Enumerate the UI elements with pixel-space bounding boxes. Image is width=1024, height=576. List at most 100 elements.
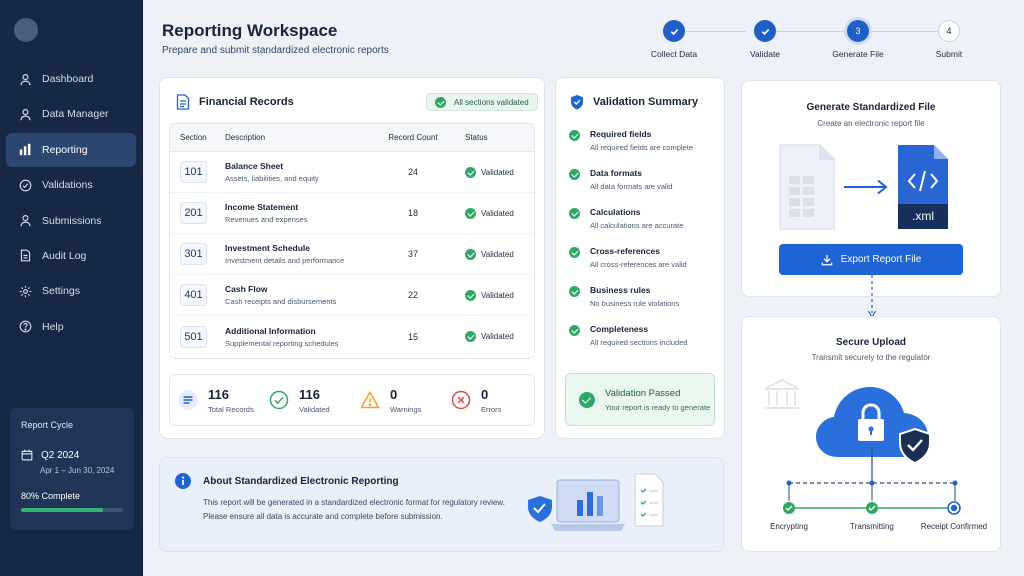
app-logo[interactable] xyxy=(14,18,38,42)
step-label: Validate xyxy=(749,49,781,59)
secure-upload-card: Secure Upload Transmit securely to the r… xyxy=(741,316,1001,552)
sidebar-item-dashboard[interactable]: Dashboard xyxy=(6,62,136,96)
table-row[interactable]: 501 Additional Information Supplemental r… xyxy=(170,316,534,357)
section-code: 201 xyxy=(180,202,207,224)
table-row[interactable]: 201 Income Statement Revenues and expense… xyxy=(170,193,534,234)
card-subtitle: Create an electronic report file xyxy=(817,119,925,128)
validation-item: Cross-references All cross-references are… xyxy=(569,246,687,269)
upload-stage-label: Transmitting xyxy=(850,522,894,531)
financial-records-card: Financial Records All sections validated… xyxy=(159,77,545,439)
validation-item-desc: All required sections included xyxy=(590,338,688,347)
row-description: Investment details and performance xyxy=(225,256,345,265)
row-title: Income Statement xyxy=(225,202,299,212)
stat-warnings: 0 Warnings xyxy=(352,375,443,425)
stat-label: Validated xyxy=(299,404,330,414)
sidebar-item-submissions[interactable]: Submissions xyxy=(6,204,136,238)
flow-connector xyxy=(867,275,877,319)
sidebar-item-help[interactable]: Help xyxy=(6,310,136,344)
row-description: Revenues and expenses xyxy=(225,215,308,224)
record-count: 15 xyxy=(407,331,418,342)
check-circle-icon xyxy=(569,286,580,297)
about-panel: About Standardized Electronic Reporting … xyxy=(159,457,724,552)
status-badge: All sections validated xyxy=(426,93,538,111)
badge-label: All sections validated xyxy=(454,97,529,107)
check-circle-icon xyxy=(269,390,289,410)
table-row[interactable]: 301 Investment Schedule Investment detail… xyxy=(170,234,534,275)
card-subtitle: Transmit securely to the regulator xyxy=(811,353,931,362)
sidebar-item-settings[interactable]: Settings xyxy=(6,274,136,308)
report-cycle-title: Report Cycle xyxy=(21,420,74,430)
stat-label: Total Records xyxy=(208,404,254,414)
check-circle-icon xyxy=(465,207,476,219)
stat-errors: 0 Errors xyxy=(443,375,534,425)
sidebar-item-label: Audit Log xyxy=(42,249,87,262)
sidebar-item-data-manager[interactable]: Data Manager xyxy=(6,97,136,131)
validation-item-desc: All cross-references are valid xyxy=(590,260,687,269)
column-header: Record Count xyxy=(388,133,438,142)
table-row[interactable]: 101 Balance Sheet Assets, liabilities, an… xyxy=(170,152,534,193)
passed-title: Validation Passed xyxy=(605,387,681,399)
validation-item: Required fields All required fields are c… xyxy=(569,129,693,152)
check-circle-icon xyxy=(465,331,476,342)
validation-item: Completeness All required sections includ… xyxy=(569,324,688,347)
sidebar-item-label: Validations xyxy=(42,179,93,192)
status-text: Validated xyxy=(481,167,514,177)
check-circle-icon xyxy=(435,96,446,108)
card-title: Financial Records xyxy=(199,96,294,108)
check-circle-icon xyxy=(569,130,580,141)
progress-fill xyxy=(21,508,103,512)
validation-passed-banner: Validation Passed Your report is ready to… xyxy=(565,373,715,426)
section-code: 301 xyxy=(180,243,207,265)
sidebar-item-label: Help xyxy=(42,320,64,333)
validation-item-desc: All data formats are valid xyxy=(590,182,673,191)
check-circle-icon xyxy=(569,247,580,258)
status-text: Validated xyxy=(481,249,514,259)
arrow-right-icon xyxy=(844,179,888,195)
step-generate-file[interactable]: 3 Generate File xyxy=(823,20,893,59)
gear-icon xyxy=(19,285,32,298)
validation-item-title: Cross-references xyxy=(590,246,660,256)
column-header: Description xyxy=(225,133,266,142)
stat-total-records: 116 Total Records xyxy=(170,375,261,425)
record-count: 24 xyxy=(407,167,418,177)
warning-icon xyxy=(360,391,380,409)
sidebar-item-label: Reporting xyxy=(42,143,88,156)
row-description: Supplemental reporting schedules xyxy=(225,338,339,348)
sidebar-item-label: Settings xyxy=(42,285,80,298)
table-row[interactable]: 401 Cash Flow Cash receipts and disbursem… xyxy=(170,275,534,316)
validation-summary-card: Validation Summary Required fields All re… xyxy=(555,77,725,439)
section-code: 101 xyxy=(180,161,207,183)
card-title: Secure Upload xyxy=(835,337,907,348)
step-submit[interactable]: 4 Submit xyxy=(914,20,984,59)
report-cycle-card: Report Cycle Q2 2024 Apr 1 – Jun 30, 202… xyxy=(10,408,134,530)
validation-item-title: Business rules xyxy=(590,285,651,295)
stat-label: Warnings xyxy=(390,404,422,414)
button-label: Export Report File xyxy=(840,254,922,265)
error-icon xyxy=(451,390,471,410)
check-circle-icon xyxy=(19,179,32,192)
sidebar-item-audit-log[interactable]: Audit Log xyxy=(6,239,136,273)
sidebar-item-validations[interactable]: Validations xyxy=(6,168,136,202)
upload-progress-track xyxy=(783,447,961,515)
step-collect-data[interactable]: Collect Data xyxy=(639,20,709,59)
check-circle-icon xyxy=(569,325,580,336)
stat-value: 0 xyxy=(390,386,398,402)
step-label: Submit xyxy=(935,49,963,59)
records-stats: 116 Total Records 116 Validated 0 Warnings … xyxy=(169,374,535,426)
check-circle-icon xyxy=(579,391,595,408)
validation-item-title: Data formats xyxy=(590,168,642,178)
section-code: 401 xyxy=(180,284,207,306)
shield-check-icon xyxy=(571,95,583,110)
laptop-illustration xyxy=(528,473,664,531)
export-report-button[interactable]: Export Report File xyxy=(779,244,963,275)
column-header: Section xyxy=(180,133,207,142)
record-count: 37 xyxy=(407,249,418,259)
step-validate[interactable]: Validate xyxy=(730,20,800,59)
sidebar-item-label: Dashboard xyxy=(42,73,94,85)
sidebar-item-reporting[interactable]: Reporting xyxy=(6,132,136,167)
validation-item-title: Calculations xyxy=(590,207,641,217)
list-icon xyxy=(178,390,198,410)
row-title: Investment Schedule xyxy=(225,243,311,253)
help-icon xyxy=(19,320,32,333)
validation-item: Calculations All calculations are accurat… xyxy=(569,207,683,230)
